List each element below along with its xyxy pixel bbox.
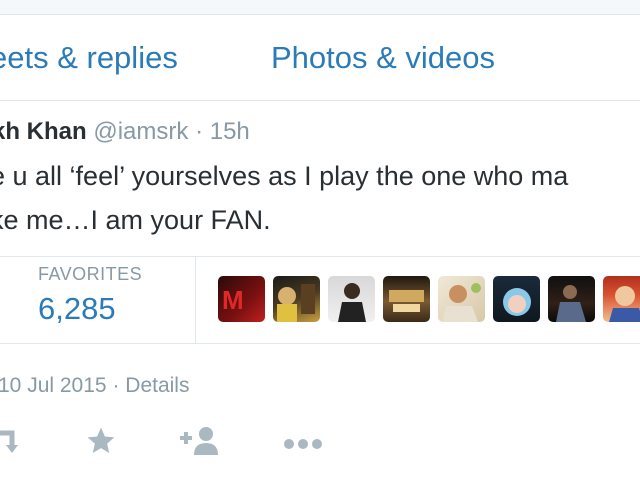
avatar[interactable]: [273, 276, 320, 322]
tweet-actions: [0, 425, 640, 465]
tweet-date: 10 Jul 2015: [0, 374, 107, 397]
stats-vertical-divider: [195, 256, 196, 343]
stats-top-divider: [0, 256, 640, 257]
tweet-text: e u all ‘feel’ yourselves as I play the …: [0, 154, 640, 242]
favorites-count[interactable]: 6,285: [38, 291, 188, 327]
avatar[interactable]: [438, 276, 485, 322]
top-bar: [0, 0, 640, 15]
follow-icon[interactable]: [178, 425, 220, 457]
more-icon[interactable]: [283, 437, 323, 451]
tweet-text-line-2: ke me…I am your FAN.: [0, 205, 271, 235]
favorites-label: FAVORITES: [38, 264, 143, 284]
retweet-icon[interactable]: [0, 425, 24, 455]
avatar[interactable]: [493, 276, 540, 322]
author-name[interactable]: kh Khan: [0, 118, 87, 145]
avatar[interactable]: [603, 276, 640, 322]
tweet-text-line-1: e u all ‘feel’ yourselves as I play the …: [0, 161, 569, 191]
tab-photos-and-videos[interactable]: Photos & videos: [271, 40, 495, 76]
tweet-time[interactable]: 15h: [210, 118, 250, 145]
tab-tweets-and-replies[interactable]: eets & replies: [0, 40, 178, 76]
details-link[interactable]: Details: [125, 374, 189, 397]
favorites-stat[interactable]: FAVORITES 6,285: [38, 264, 188, 327]
avatar[interactable]: M: [218, 276, 265, 322]
star-icon[interactable]: [85, 425, 117, 457]
author-handle[interactable]: @iamsrk: [93, 118, 188, 145]
avatar[interactable]: [328, 276, 375, 322]
favoriter-avatars: M: [218, 276, 640, 324]
tweet-date-line: 10 Jul 2015 · Details: [0, 374, 189, 398]
date-separator: ·: [112, 374, 120, 397]
stats-bottom-divider: [0, 343, 640, 344]
svg-text:M: M: [222, 285, 244, 315]
tweet-header: kh Khan @iamsrk · 15h: [0, 118, 250, 146]
header-separator: ·: [195, 118, 204, 145]
avatar[interactable]: [548, 276, 595, 322]
avatar[interactable]: [383, 276, 430, 322]
profile-tabs: eets & replies Photos & videos: [0, 14, 640, 101]
